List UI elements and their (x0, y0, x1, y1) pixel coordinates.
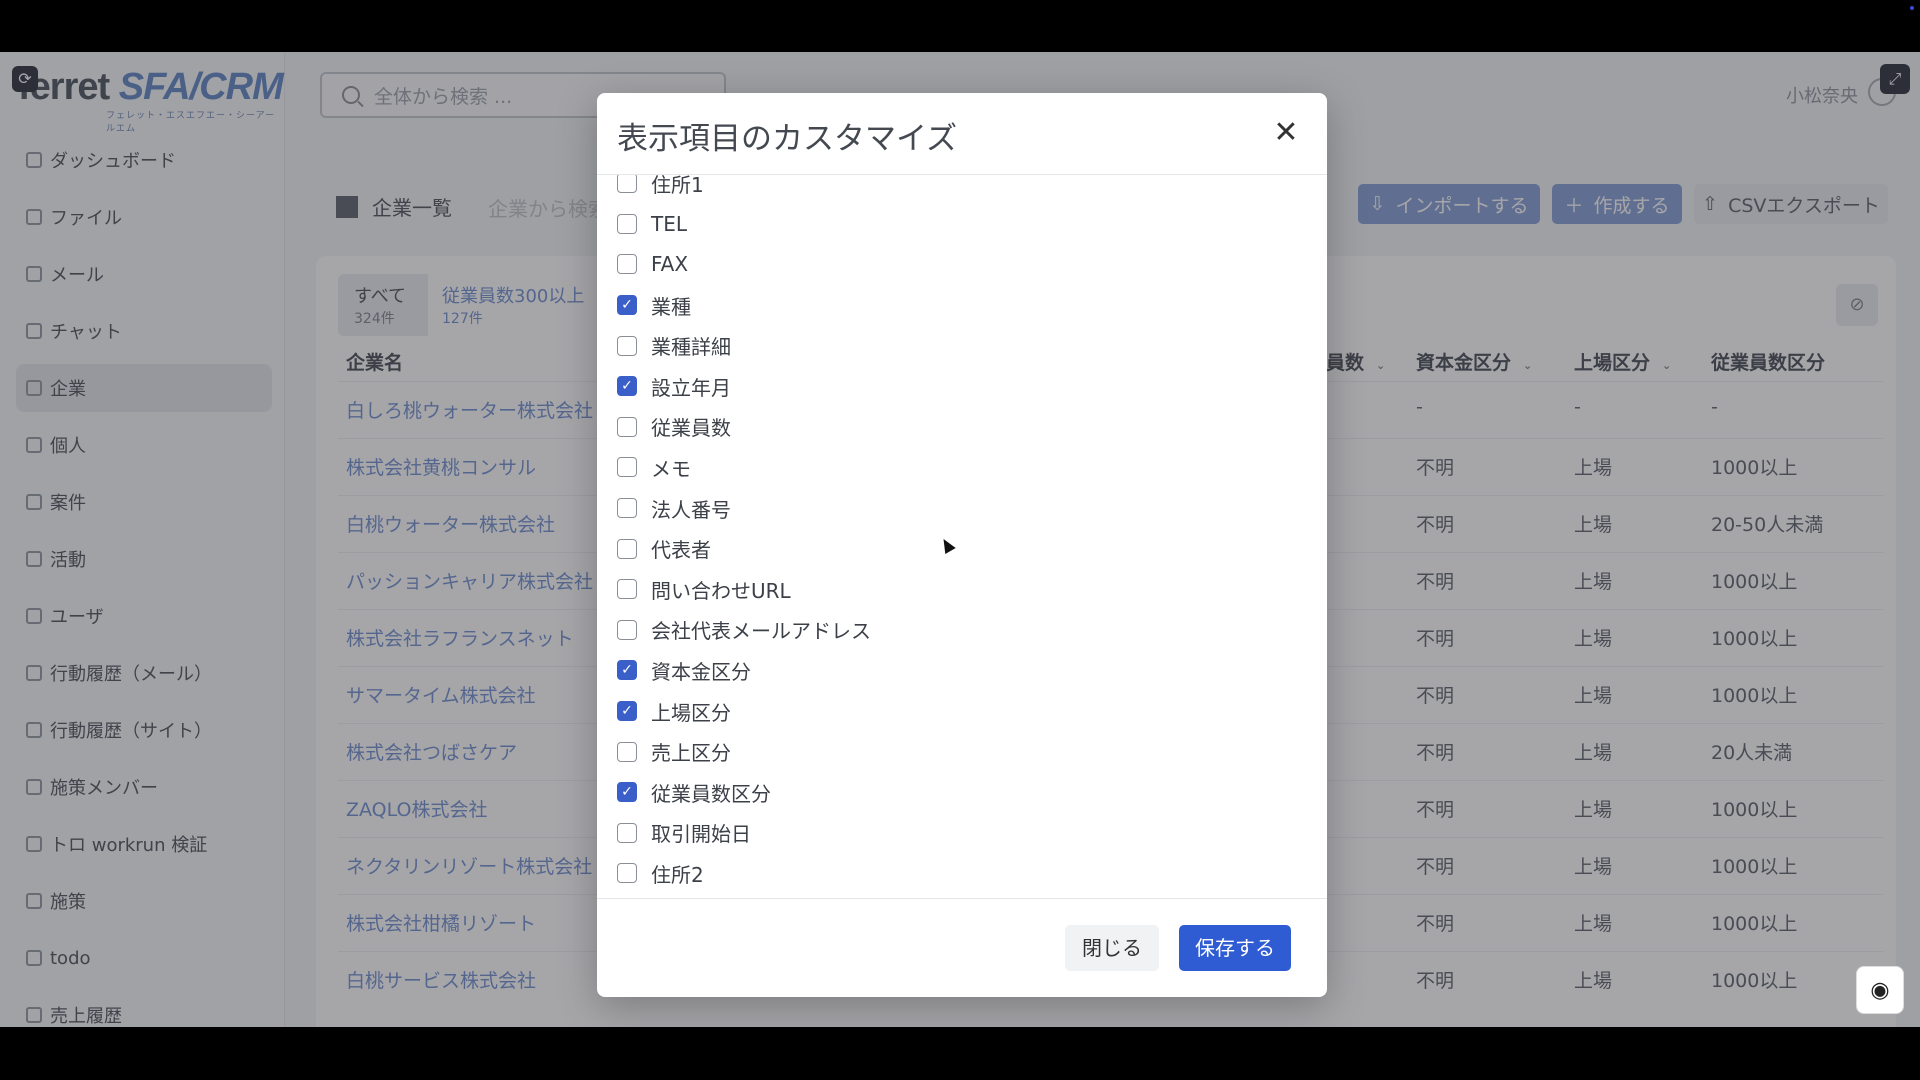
field-option-label: 従業員数区分 (651, 781, 771, 806)
field-option-label: 住所1 (651, 175, 704, 197)
modal-footer: 閉じる 保存する (597, 898, 1327, 997)
field-option[interactable]: 業種詳細 (617, 325, 871, 366)
checkbox-checked[interactable]: ✓ (617, 660, 637, 681)
field-option[interactable]: 法人番号 (617, 488, 871, 529)
checkbox[interactable] (617, 416, 637, 437)
field-option[interactable]: ✓ 資本金区分 (617, 650, 871, 691)
field-option[interactable]: ✓ 上場区分 (617, 691, 871, 732)
field-option-label: 上場区分 (651, 700, 731, 725)
support-widget-icon[interactable]: ◉ (1856, 966, 1904, 1014)
field-option-label: 取引開始日 (651, 822, 751, 847)
field-option[interactable]: 取引開始日 (617, 813, 871, 854)
field-option-label: メモ (651, 456, 691, 481)
checkbox[interactable] (617, 175, 637, 194)
checkbox-checked[interactable]: ✓ (617, 782, 637, 803)
checkbox[interactable] (617, 579, 637, 600)
modal-body[interactable]: 住所1 TEL FAX ✓ 業種業種詳細 ✓ 設立年月従業員数メモ法人番号代表者問い合わせU… (597, 175, 1327, 899)
status-dot (1910, 6, 1914, 10)
screen-bottom-bar (0, 1027, 1920, 1080)
field-option-label: 業種詳細 (651, 335, 731, 360)
field-option-label: 代表者 (651, 538, 711, 563)
checkbox-checked[interactable]: ✓ (617, 376, 637, 397)
field-option[interactable]: メモ (617, 447, 871, 488)
checkbox-checked[interactable]: ✓ (617, 295, 637, 316)
checkbox[interactable] (617, 619, 637, 640)
close-icon[interactable]: ✕ (1268, 115, 1304, 151)
checkbox[interactable] (617, 213, 637, 234)
checkbox[interactable] (617, 822, 637, 843)
checkbox[interactable] (617, 498, 637, 519)
field-option[interactable]: FAX (617, 244, 871, 285)
checkbox[interactable] (617, 254, 637, 275)
field-option[interactable]: 売上区分 (617, 731, 871, 772)
screen-top-bar (0, 0, 1920, 52)
field-option[interactable]: 問い合わせURL (617, 569, 871, 610)
modal-header: 表示項目のカスタマイズ ✕ (597, 93, 1327, 175)
field-option-label: 法人番号 (651, 497, 731, 522)
close-button[interactable]: 閉じる (1065, 925, 1159, 971)
field-option-label: 会社代表メールアドレス (651, 619, 871, 644)
field-option-label: 従業員数 (651, 416, 731, 441)
modal-title: 表示項目のカスタマイズ (617, 121, 958, 157)
field-option-label: 売上区分 (651, 741, 731, 766)
field-option-label: FAX (651, 252, 689, 277)
field-list: 住所1 TEL FAX ✓ 業種業種詳細 ✓ 設立年月従業員数メモ法人番号代表者問い合わせU… (617, 175, 871, 894)
field-option-label: 業種 (651, 294, 691, 319)
customize-columns-modal: 表示項目のカスタマイズ ✕ 住所1 TEL FAX ✓ 業種業種詳細 ✓ 設立年月従業員数メ… (597, 93, 1327, 997)
field-option[interactable]: ✓ 業種 (617, 285, 871, 326)
checkbox[interactable] (617, 335, 637, 356)
field-option[interactable]: 従業員数 (617, 407, 871, 448)
checkbox-checked[interactable]: ✓ (617, 701, 637, 722)
checkbox[interactable] (617, 863, 637, 884)
field-option-label: 設立年月 (651, 375, 731, 400)
field-option[interactable]: TEL (617, 204, 871, 245)
save-button[interactable]: 保存する (1179, 925, 1291, 971)
field-option[interactable]: 住所2 (617, 853, 871, 894)
checkbox[interactable] (617, 741, 637, 762)
checkbox[interactable] (617, 457, 637, 478)
field-option-label: 資本金区分 (651, 659, 751, 684)
field-option[interactable]: 住所1 (617, 175, 871, 204)
field-option-label: TEL (651, 211, 687, 236)
field-option-label: 問い合わせURL (651, 578, 791, 603)
field-option[interactable]: 会社代表メールアドレス (617, 610, 871, 651)
field-option-label: 住所2 (651, 862, 704, 887)
field-option[interactable]: ✓ 従業員数区分 (617, 772, 871, 813)
checkbox[interactable] (617, 538, 637, 559)
field-option[interactable]: ✓ 設立年月 (617, 366, 871, 407)
field-option[interactable]: 代表者 (617, 528, 871, 569)
